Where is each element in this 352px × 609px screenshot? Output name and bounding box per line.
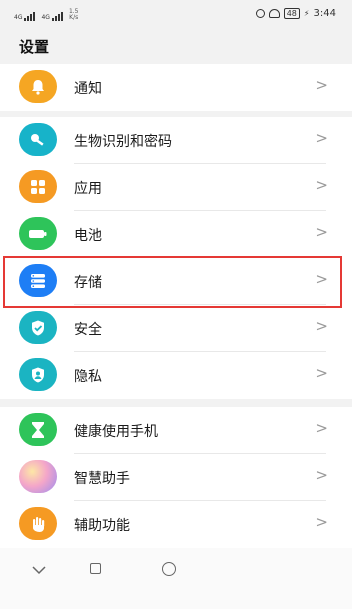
alarm-icon bbox=[255, 9, 265, 18]
hourglass-icon bbox=[19, 413, 57, 446]
home-icon[interactable] bbox=[162, 562, 176, 576]
settings-item-digital-balance[interactable]: 健康使用手机 > bbox=[0, 407, 352, 454]
clock: 3:44 bbox=[313, 8, 336, 19]
settings-item-label: 隐私 bbox=[74, 369, 102, 385]
status-bar: 4G 4G 1.5 K/s 48 ⚡ 3:44 bbox=[0, 0, 352, 32]
privacy-shield-icon bbox=[19, 358, 57, 391]
chevron-right-icon: > bbox=[315, 176, 328, 194]
settings-item-label: 电池 bbox=[74, 228, 102, 244]
settings-item-biometrics[interactable]: 生物识别和密码 > bbox=[0, 117, 352, 164]
settings-item-label: 存储 bbox=[74, 275, 102, 291]
chevron-right-icon: > bbox=[315, 419, 328, 437]
data-saver-icon bbox=[268, 9, 280, 18]
charging-icon: ⚡ bbox=[303, 9, 310, 18]
key-icon bbox=[19, 123, 57, 156]
recents-icon[interactable] bbox=[90, 563, 101, 574]
settings-item-apps[interactable]: 应用 > bbox=[0, 164, 352, 211]
settings-item-label: 应用 bbox=[74, 181, 102, 197]
settings-item-notifications[interactable]: 通知 > bbox=[0, 64, 352, 111]
settings-group-2: 生物识别和密码 > 应用 > 电池 > 存储 > 安全 > 隐私 > bbox=[0, 117, 352, 399]
assistant-orb-icon bbox=[19, 460, 57, 493]
chevron-right-icon: > bbox=[315, 129, 328, 147]
network-speed: 1.5 K/s bbox=[68, 8, 79, 21]
chevron-right-icon: > bbox=[315, 223, 328, 241]
settings-item-battery[interactable]: 电池 > bbox=[0, 211, 352, 258]
chevron-right-icon: > bbox=[315, 466, 328, 484]
battery-icon bbox=[19, 217, 57, 250]
apps-grid-icon bbox=[19, 170, 57, 203]
settings-item-label: 辅助功能 bbox=[74, 518, 130, 534]
chevron-right-icon: > bbox=[315, 364, 328, 382]
settings-group-1: 通知 > bbox=[0, 64, 352, 111]
chevron-right-icon: > bbox=[315, 513, 328, 531]
settings-item-label: 智慧助手 bbox=[74, 471, 130, 487]
chevron-right-icon: > bbox=[315, 317, 328, 335]
cellular-signal-icon: 4G bbox=[14, 12, 36, 21]
chevron-right-icon: > bbox=[315, 76, 328, 94]
settings-item-accessibility[interactable]: 辅助功能 > bbox=[0, 501, 352, 548]
shield-check-icon bbox=[19, 311, 57, 344]
settings-item-smart-assistant[interactable]: 智慧助手 > bbox=[0, 454, 352, 501]
navigation-bar bbox=[0, 548, 352, 609]
settings-item-privacy[interactable]: 隐私 > bbox=[0, 352, 352, 399]
battery-indicator: 48 bbox=[283, 8, 300, 19]
bell-icon bbox=[19, 70, 57, 103]
settings-item-label: 通知 bbox=[74, 81, 102, 97]
settings-item-label: 安全 bbox=[74, 322, 102, 338]
settings-item-security[interactable]: 安全 > bbox=[0, 305, 352, 352]
cellular-signal-icon-2: 4G bbox=[41, 12, 63, 21]
settings-item-storage[interactable]: 存储 > bbox=[0, 258, 352, 305]
settings-group-3: 健康使用手机 > 智慧助手 > 辅助功能 > bbox=[0, 407, 352, 550]
back-icon[interactable] bbox=[32, 560, 46, 579]
page-title: 设置 bbox=[19, 38, 50, 56]
settings-item-label: 健康使用手机 bbox=[74, 424, 158, 440]
settings-item-label: 生物识别和密码 bbox=[74, 134, 172, 150]
storage-icon bbox=[19, 264, 57, 297]
hand-icon bbox=[19, 507, 57, 540]
chevron-right-icon: > bbox=[315, 270, 328, 288]
